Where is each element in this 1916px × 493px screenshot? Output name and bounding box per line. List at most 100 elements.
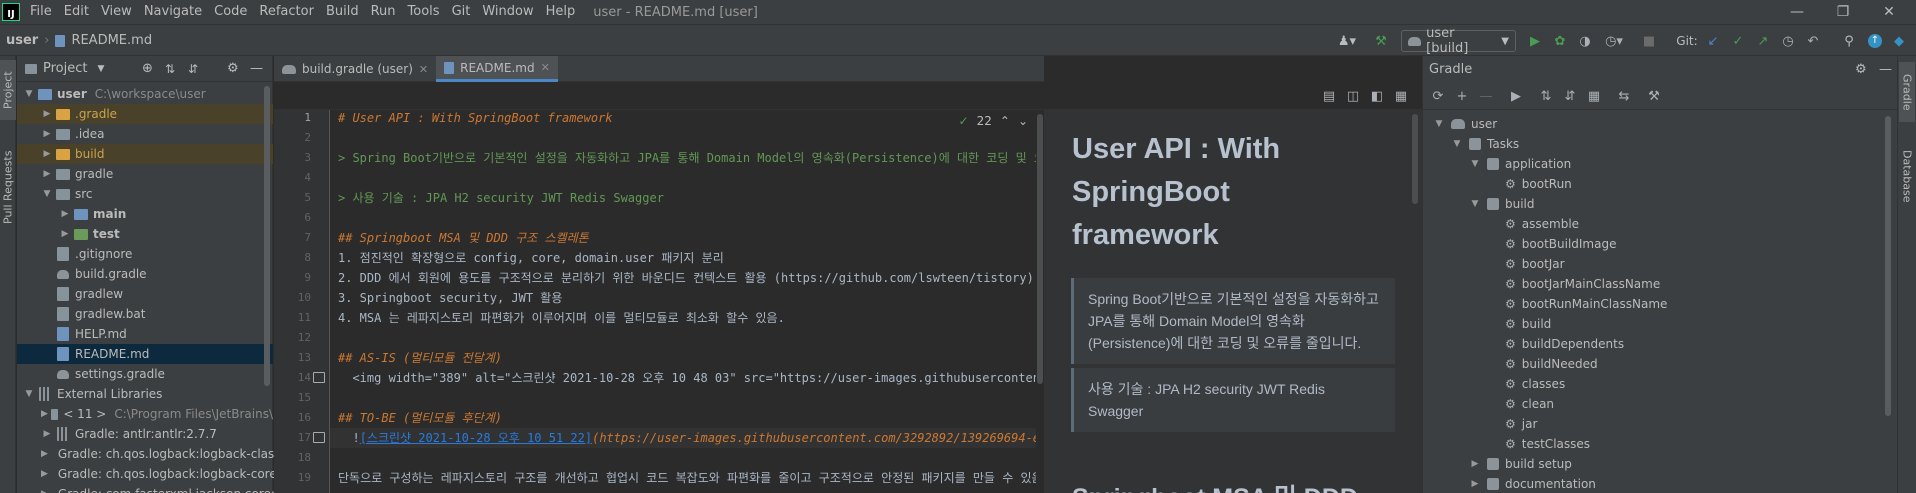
tab-readme[interactable]: README.md ✕ (436, 56, 558, 82)
chevron-right-icon[interactable]: ▶ (1469, 479, 1481, 489)
gradle-tree-item[interactable]: ⚙ classes (1487, 374, 1565, 394)
chevron-right-icon[interactable]: ▶ (41, 489, 48, 493)
tree-item[interactable]: .gitignore (17, 244, 273, 264)
build-hammer-icon[interactable]: ⚒ (1372, 32, 1390, 50)
tree-item[interactable]: settings.gradle (17, 364, 273, 384)
gradle-tree-item[interactable]: ⚙ bootRun (1487, 174, 1572, 194)
gear-icon[interactable]: ⚙ (1855, 62, 1867, 77)
jetbrains-toolbox-icon[interactable]: ◆ (1890, 32, 1908, 50)
tree-item[interactable]: ▶ < 11 > C:\Program Files\JetBrains\ (17, 404, 273, 424)
tree-item[interactable]: ▶ build (17, 144, 273, 164)
tree-item[interactable]: ▶ Gradle: com.fasterxml.jackson.core:j (17, 484, 278, 493)
close-window-icon[interactable]: ✕ (1866, 0, 1912, 24)
locate-icon[interactable]: ⊕ (142, 61, 153, 76)
history-icon[interactable]: ◷ (1779, 32, 1797, 50)
chevron-right-icon[interactable]: ▶ (41, 429, 53, 439)
chevron-down-icon[interactable]: ▼ (23, 89, 35, 99)
close-tab-icon[interactable]: ✕ (541, 61, 550, 74)
chevron-down-icon[interactable]: ▼ (1451, 139, 1463, 149)
hide-icon[interactable]: — (250, 61, 263, 76)
image-preview-icon[interactable] (313, 432, 325, 443)
gradle-tree-item[interactable]: ⚙ buildDependents (1487, 334, 1624, 354)
chevron-down-icon[interactable]: ▼ (1433, 119, 1445, 129)
gear-icon[interactable]: ⚙ (227, 61, 239, 76)
tree-item[interactable]: ▶ test (17, 224, 273, 244)
tree-item[interactable]: build.gradle (17, 264, 273, 284)
scrollbar[interactable] (1885, 116, 1891, 416)
rollback-icon[interactable]: ↶ (1804, 32, 1822, 50)
editor-and-preview-icon[interactable]: ◫ (1344, 87, 1362, 105)
menu-file[interactable]: File (24, 0, 58, 24)
tool-tab-gradle[interactable]: Gradle (1899, 62, 1915, 122)
menu-refactor[interactable]: Refactor (253, 0, 320, 24)
menu-edit[interactable]: Edit (58, 0, 95, 24)
tree-item[interactable]: HELP.md (17, 324, 273, 344)
gradle-tree-item[interactable]: ⚙ bootJar (1487, 254, 1565, 274)
collapse-all-icon[interactable]: ⇵ (188, 62, 198, 76)
chevron-right-icon[interactable]: ▶ (41, 149, 53, 159)
scrollbar-thumb[interactable] (1037, 114, 1043, 384)
tree-item[interactable]: ▼ src (17, 184, 273, 204)
gradle-tree-item[interactable]: ▼ user (1433, 114, 1498, 134)
breadcrumb-file[interactable]: README.md (71, 33, 152, 48)
chevron-down-icon[interactable]: ▼ (23, 389, 35, 399)
tree-item[interactable]: ▶ Gradle: antlr:antlr:2.7.7 (17, 424, 273, 444)
gradle-tree-item[interactable]: ⚙ build (1487, 314, 1551, 334)
tree-item[interactable]: ▼ user C:\workspace\user (17, 84, 273, 104)
git-commit-icon[interactable]: ✓ (1729, 32, 1747, 50)
restore-icon[interactable]: ❐ (1820, 0, 1866, 24)
chevron-right-icon[interactable]: ▶ (41, 469, 48, 479)
minimize-icon[interactable]: — (1774, 0, 1820, 24)
app-logo[interactable]: IJ (2, 3, 20, 21)
gradle-tree-item[interactable]: ▶ documentation (1469, 474, 1596, 493)
gradle-tree-item[interactable]: ▼ build (1469, 194, 1535, 214)
chevron-right-icon[interactable]: ▶ (41, 109, 53, 119)
expand-all-icon[interactable]: ⇅ (165, 62, 175, 76)
gradle-tree-item[interactable]: ▼ Tasks (1451, 134, 1520, 154)
tree-item[interactable]: ▼ External Libraries (17, 384, 273, 404)
reload-icon[interactable]: ⟳ (1429, 87, 1447, 105)
chevron-down-icon[interactable]: ▼ (1469, 199, 1481, 209)
tool-tab-pull-requests[interactable]: Pull Requests (0, 132, 16, 242)
image-preview-icon[interactable] (313, 372, 325, 383)
editor-scrollbar[interactable] (1036, 110, 1044, 493)
chevron-right-icon[interactable]: ▶ (59, 209, 71, 219)
gradle-tree-item[interactable]: ⚙ bootBuildImage (1487, 234, 1616, 254)
coverage-icon[interactable]: ◑ (1576, 32, 1594, 50)
editor-only-icon[interactable]: ▤ (1320, 87, 1338, 105)
remove-icon[interactable]: — (1477, 87, 1495, 105)
toggle-offline-icon[interactable]: ⇆ (1615, 87, 1633, 105)
gradle-tree-item[interactable]: ⚙ bootRunMainClassName (1487, 294, 1667, 314)
profile-icon[interactable]: ◷▾ (1601, 32, 1627, 50)
tool-tab-project[interactable]: Project (0, 60, 16, 120)
close-tab-icon[interactable]: ✕ (419, 63, 428, 76)
gradle-tree-item[interactable]: ⚙ assemble (1487, 214, 1579, 234)
tree-item[interactable]: ▶ .idea (17, 124, 273, 144)
menu-view[interactable]: View (95, 0, 138, 24)
tab-build-gradle[interactable]: build.gradle (user) ✕ (274, 56, 436, 82)
tree-item[interactable]: ▶ main (17, 204, 273, 224)
scrollbar[interactable] (264, 86, 270, 386)
dependencies-icon[interactable]: ▦ (1585, 87, 1603, 105)
tree-item[interactable]: ▶ gradle (17, 164, 273, 184)
menu-code[interactable]: Code (208, 0, 253, 24)
stop-icon[interactable]: ■ (1640, 32, 1658, 50)
tree-item[interactable]: gradlew (17, 284, 273, 304)
search-icon[interactable]: ⚲ (1840, 32, 1858, 50)
gradle-tree-item[interactable]: ▼ application (1469, 154, 1572, 174)
chevron-right-icon[interactable]: ▶ (41, 409, 48, 419)
chevron-right-icon[interactable]: ▶ (41, 449, 48, 459)
tree-item[interactable]: ▶ Gradle: ch.qos.logback:logback-classic (17, 444, 290, 464)
git-push-icon[interactable]: ↗ (1754, 32, 1772, 50)
menu-git[interactable]: Git (446, 0, 477, 24)
chevron-right-icon[interactable]: ▶ (41, 169, 53, 179)
chevron-right-icon[interactable]: ▶ (59, 229, 71, 239)
expand-all-icon[interactable]: ⇅ (1537, 87, 1555, 105)
tree-item[interactable]: gradlew.bat (17, 304, 273, 324)
gradle-tree-item[interactable]: ⚙ clean (1487, 394, 1554, 414)
image-icon[interactable]: ▦ (1392, 87, 1410, 105)
gradle-tree-item[interactable]: ⚙ testClasses (1487, 434, 1590, 454)
menu-window[interactable]: Window (476, 0, 539, 24)
tree-item[interactable]: ▶ .gradle (17, 104, 273, 124)
chevron-down-icon[interactable]: ⌄ (1018, 114, 1028, 128)
